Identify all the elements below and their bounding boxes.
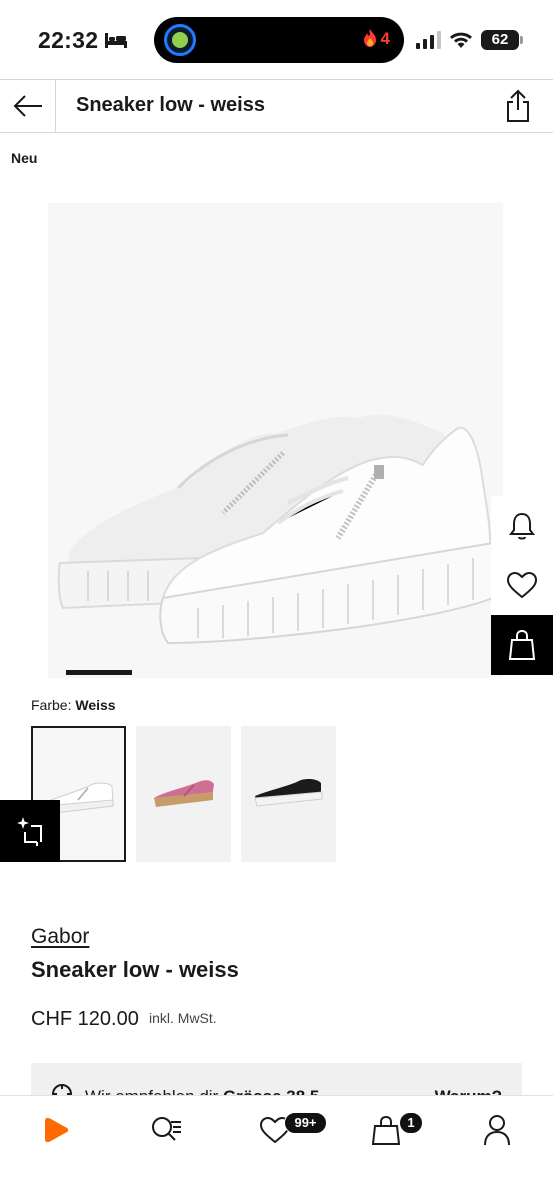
cart-count-badge: 1 xyxy=(399,1112,423,1134)
sleep-mode-icon xyxy=(105,33,127,48)
dynamic-island[interactable]: 4 xyxy=(154,17,404,63)
add-to-bag-button[interactable] xyxy=(491,615,553,675)
heart-icon xyxy=(506,571,538,599)
bottom-navigation: 99+ 1 xyxy=(0,1095,553,1200)
color-label: Farbe: Weiss xyxy=(31,697,116,713)
arrow-left-icon xyxy=(13,95,42,117)
color-label-prefix: Farbe: xyxy=(31,697,72,713)
zalando-logo-icon xyxy=(45,1118,69,1142)
nav-account[interactable] xyxy=(473,1110,521,1150)
product-name: Sneaker low - weiss xyxy=(31,957,239,982)
sparkle-crop-icon xyxy=(17,817,42,846)
gallery-position-indicator xyxy=(66,670,132,675)
swatch-image xyxy=(154,780,214,807)
color-swatch-black[interactable] xyxy=(241,726,336,862)
brand-link[interactable]: Gabor xyxy=(31,925,89,949)
status-time: 22:32 xyxy=(38,27,99,53)
tax-note: inkl. MwSt. xyxy=(149,1010,217,1026)
product-header: Sneaker low - weiss xyxy=(0,79,553,133)
flame-icon xyxy=(363,29,376,47)
shopping-bag-icon xyxy=(371,1115,401,1145)
back-button[interactable] xyxy=(0,80,56,132)
search-list-icon xyxy=(152,1117,181,1141)
bell-icon xyxy=(509,512,535,540)
notify-button[interactable] xyxy=(491,496,553,556)
product-image-gallery[interactable] xyxy=(48,203,503,678)
new-badge: Neu xyxy=(11,150,38,166)
wishlist-count-badge: 99+ xyxy=(284,1112,327,1134)
wishlist-add-button[interactable] xyxy=(491,555,553,615)
color-swatch-pink[interactable] xyxy=(136,726,231,862)
color-label-value: Weiss xyxy=(75,697,116,713)
cellular-signal-icon xyxy=(416,31,441,49)
nav-home[interactable] xyxy=(32,1110,80,1150)
user-icon xyxy=(484,1115,510,1146)
app-activity-icon xyxy=(164,24,196,56)
battery-indicator: 62 xyxy=(481,30,523,50)
status-bar: 22:32 4 62 xyxy=(0,0,553,80)
notification-streak: 4 xyxy=(363,29,390,49)
share-icon xyxy=(507,89,529,122)
share-button[interactable] xyxy=(501,88,535,124)
wifi-icon xyxy=(450,32,472,48)
notification-count: 4 xyxy=(380,29,390,48)
page-title: Sneaker low - weiss xyxy=(76,94,265,116)
swatch-image xyxy=(254,779,323,807)
product-image xyxy=(57,414,494,645)
visual-search-button[interactable] xyxy=(0,800,60,862)
shopping-bag-icon xyxy=(508,629,536,660)
product-price: CHF 120.00 xyxy=(31,1008,139,1030)
nav-search[interactable] xyxy=(142,1110,190,1150)
